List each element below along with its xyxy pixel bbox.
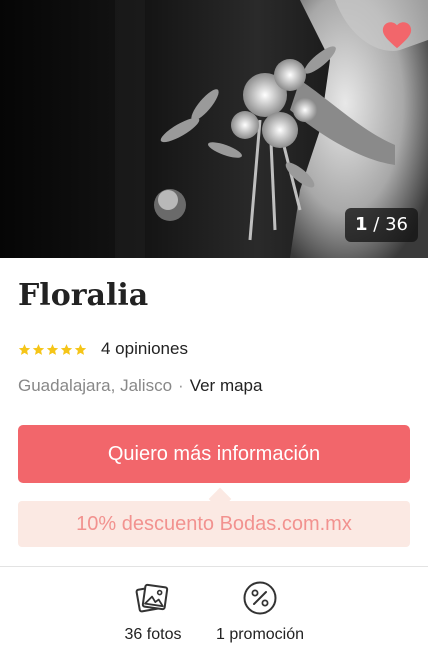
star-rating <box>18 343 87 356</box>
location-separator: · <box>178 376 184 395</box>
reviews-count[interactable]: 4 opiniones <box>101 339 188 359</box>
photos-action-label: 36 fotos <box>124 626 182 643</box>
star-icon <box>18 343 31 355</box>
percent-icon <box>243 581 277 615</box>
photo-counter: 1 / 36 <box>345 208 418 242</box>
photos-icon <box>135 583 169 613</box>
star-icon <box>60 343 73 355</box>
favorite-heart-icon[interactable] <box>380 18 414 52</box>
vendor-title: Floralia <box>18 278 149 313</box>
rating-row[interactable]: 4 opiniones <box>18 336 188 362</box>
photo-gallery[interactable]: 1 / 36 <box>0 0 428 258</box>
star-icon <box>46 343 59 355</box>
request-info-button[interactable]: Quiero más información <box>18 425 410 483</box>
section-divider <box>0 566 428 567</box>
photo-counter-current: 1 <box>355 214 368 235</box>
location-text: Guadalajara, Jalisco <box>18 376 173 395</box>
photo-counter-separator: / <box>367 214 386 235</box>
photos-action[interactable]: 36 fotos <box>93 580 213 650</box>
photo-counter-total: 36 <box>385 214 408 235</box>
promotions-action[interactable]: 1 promoción <box>200 580 320 650</box>
location-row: Guadalajara, Jalisco · Ver mapa <box>18 374 262 398</box>
star-icon <box>32 343 45 355</box>
view-map-link[interactable]: Ver mapa <box>190 374 263 398</box>
discount-promo-banner[interactable]: 10% descuento Bodas.com.mx <box>18 501 410 547</box>
quick-actions: 36 fotos 1 promoción <box>0 580 428 650</box>
star-icon <box>74 343 87 355</box>
promotions-action-label: 1 promoción <box>215 626 305 643</box>
